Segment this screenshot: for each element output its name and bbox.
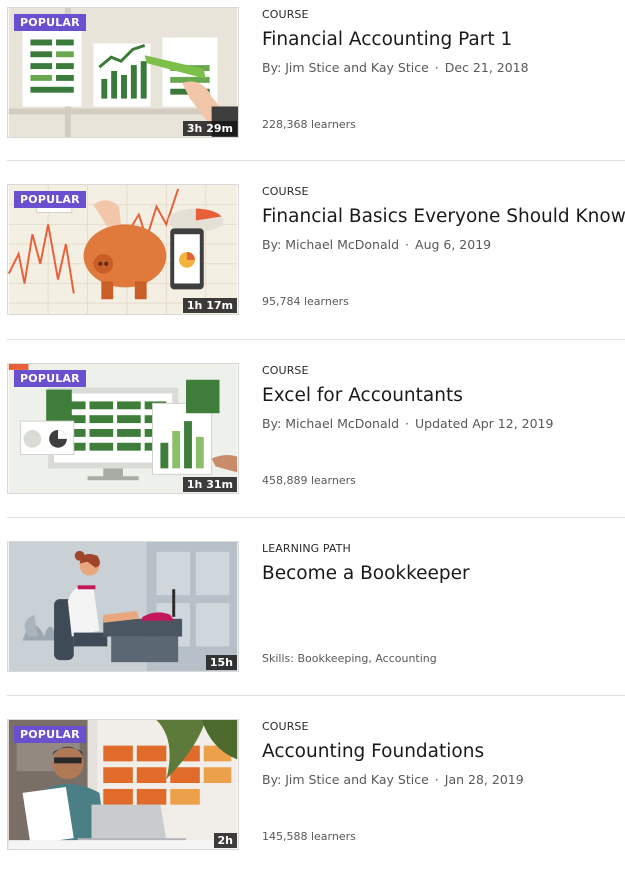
- duration-badge: 3h 29m: [182, 121, 237, 136]
- meta-separator: ·: [434, 60, 439, 75]
- content-type-label: COURSE: [262, 720, 309, 733]
- list-item-excel-for-accountants[interactable]: POPULAR 1h 31m COURSE Excel for Accounta…: [0, 363, 625, 513]
- release-date: Updated Apr 12, 2019: [415, 416, 554, 431]
- divider: [7, 695, 625, 696]
- popular-badge: POPULAR: [14, 191, 86, 208]
- course-title-link[interactable]: Accounting Foundations: [262, 741, 484, 762]
- release-date: Jan 28, 2019: [444, 772, 524, 787]
- meta-separator: ·: [405, 237, 410, 252]
- course-thumbnail[interactable]: POPULAR 1h 31m: [7, 363, 239, 494]
- learner-count: 145,588 learners: [262, 830, 356, 843]
- content-type-label: COURSE: [262, 185, 309, 198]
- course-info: COURSE Accounting Foundations By: Jim St…: [262, 719, 617, 850]
- learning-path-info: LEARNING PATH Become a Bookkeeper Skills…: [262, 541, 617, 672]
- author-text: By: Michael McDonald: [262, 237, 400, 252]
- learner-count: 228,368 learners: [262, 118, 356, 131]
- course-thumbnail[interactable]: POPULAR 3h 29m: [7, 7, 239, 138]
- learning-path-title-link[interactable]: Become a Bookkeeper: [262, 563, 470, 584]
- release-date: Dec 21, 2018: [444, 60, 529, 75]
- course-title-link[interactable]: Excel for Accountants: [262, 385, 463, 406]
- meta-separator: ·: [405, 416, 410, 431]
- course-thumbnail[interactable]: POPULAR 2h: [7, 719, 239, 850]
- list-item-become-a-bookkeeper[interactable]: 15h LEARNING PATH Become a Bookkeeper Sk…: [0, 541, 625, 691]
- divider: [7, 517, 625, 518]
- author-text: By: Jim Stice and Kay Stice: [262, 60, 429, 75]
- thumbnail-illustration: [8, 542, 238, 671]
- content-type-label: LEARNING PATH: [262, 542, 351, 555]
- meta-separator: ·: [434, 772, 439, 787]
- learning-path-thumbnail[interactable]: 15h: [7, 541, 239, 672]
- course-title-link[interactable]: Financial Accounting Part 1: [262, 29, 512, 50]
- course-meta: By: Jim Stice and Kay Stice · Jan 28, 2019: [262, 772, 524, 787]
- divider: [7, 339, 625, 340]
- learner-count: 458,889 learners: [262, 474, 356, 487]
- course-info: COURSE Financial Basics Everyone Should …: [262, 184, 625, 315]
- popular-badge: POPULAR: [14, 370, 86, 387]
- duration-badge: 15h: [205, 655, 237, 670]
- learner-count: 95,784 learners: [262, 295, 349, 308]
- skills-text: Skills: Bookkeeping, Accounting: [262, 652, 437, 665]
- course-info: COURSE Financial Accounting Part 1 By: J…: [262, 7, 617, 138]
- list-item-financial-accounting-part-1[interactable]: POPULAR 3h 29m COURSE Financial Accounti…: [0, 7, 625, 157]
- course-meta: By: Michael McDonald · Updated Apr 12, 201…: [262, 416, 553, 431]
- author-text: By: Jim Stice and Kay Stice: [262, 772, 429, 787]
- list-item-financial-basics[interactable]: POPULAR 1h 17m COURSE Financial Basics E…: [0, 184, 625, 334]
- author-text: By: Michael McDonald: [262, 416, 400, 431]
- course-title-link[interactable]: Financial Basics Everyone Should Know: [262, 206, 625, 227]
- popular-badge: POPULAR: [14, 726, 86, 743]
- list-item-accounting-foundations[interactable]: POPULAR 2h COURSE Accounting Foundations…: [0, 719, 625, 869]
- duration-badge: 1h 17m: [182, 298, 237, 313]
- release-date: Aug 6, 2019: [415, 237, 492, 252]
- content-type-label: COURSE: [262, 8, 309, 21]
- content-type-label: COURSE: [262, 364, 309, 377]
- duration-badge: 1h 31m: [182, 477, 237, 492]
- popular-badge: POPULAR: [14, 14, 86, 31]
- duration-badge: 2h: [213, 833, 237, 848]
- course-meta: By: Michael McDonald · Aug 6, 2019: [262, 237, 491, 252]
- course-info: COURSE Excel for Accountants By: Michael…: [262, 363, 617, 494]
- course-thumbnail[interactable]: POPULAR 1h 17m: [7, 184, 239, 315]
- divider: [7, 160, 625, 161]
- course-meta: By: Jim Stice and Kay Stice · Dec 21, 2018: [262, 60, 529, 75]
